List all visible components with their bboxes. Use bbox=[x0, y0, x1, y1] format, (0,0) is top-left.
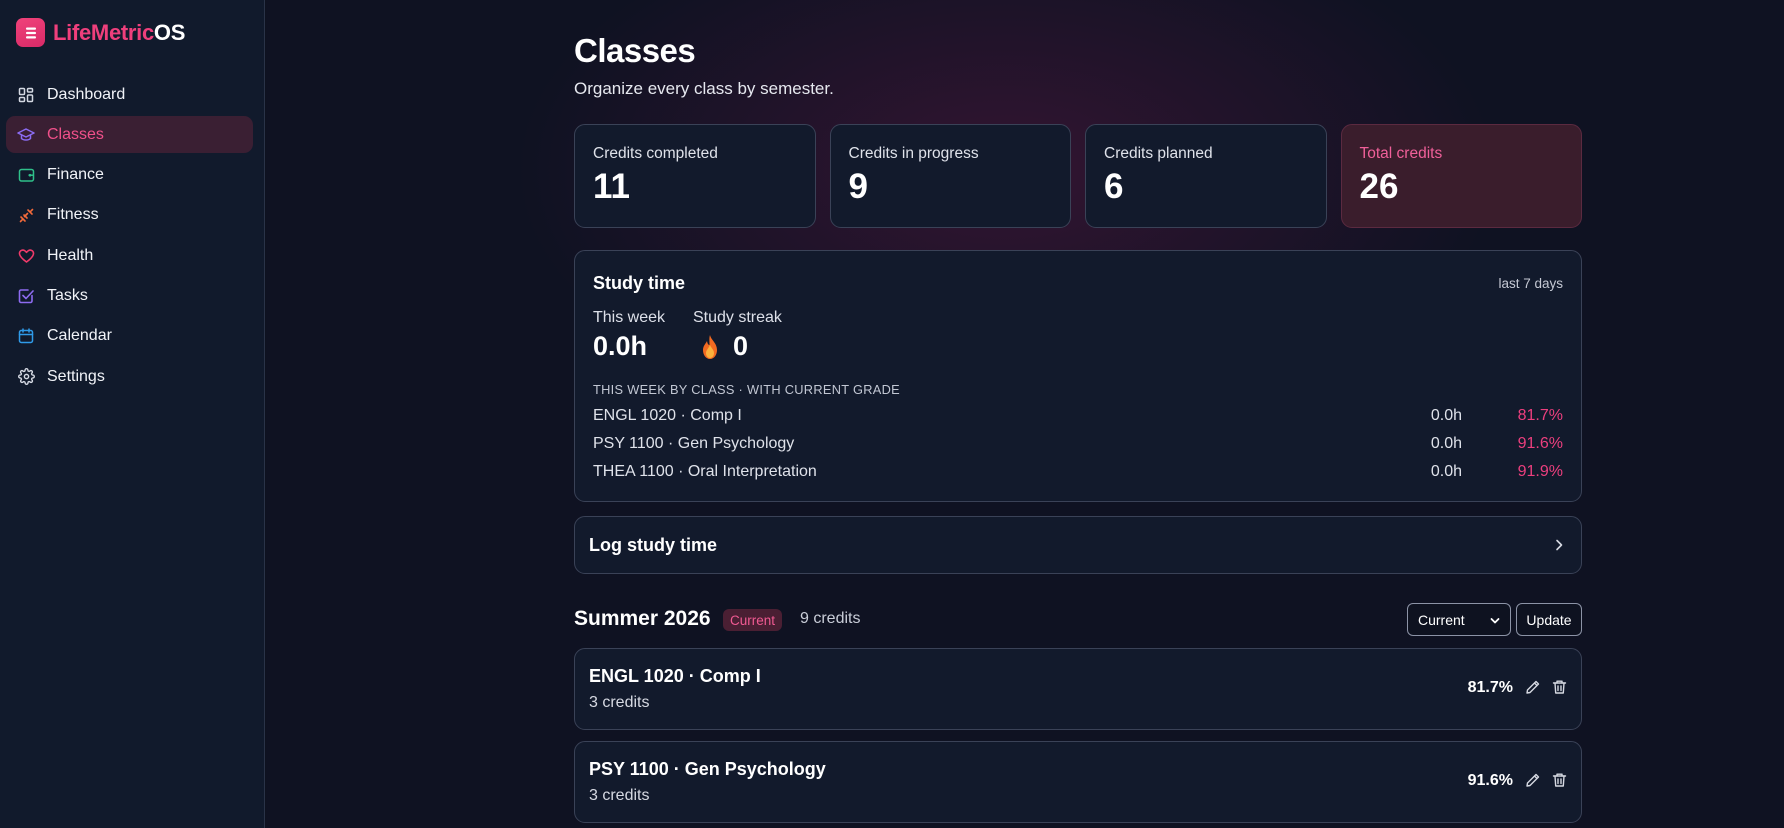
course-grade: 81.7% bbox=[1467, 679, 1513, 696]
by-class-caption: THIS WEEK BY CLASS · WITH CURRENT GRADE bbox=[593, 382, 901, 397]
sidebar-item-tasks[interactable]: Tasks bbox=[6, 277, 253, 314]
chevron-down-icon bbox=[1490, 612, 1500, 628]
stat-label: Credits in progress bbox=[848, 145, 979, 162]
flame-icon bbox=[699, 334, 721, 360]
semester-title: Summer 2026 bbox=[574, 607, 711, 630]
this-week-label: This week bbox=[593, 309, 666, 326]
brand-name-part1: LifeMetric bbox=[53, 19, 154, 45]
stat-card-in-progress: Credits in progress 9 bbox=[829, 124, 1071, 228]
stat-card-completed: Credits completed 11 bbox=[574, 124, 816, 228]
semester-status-select[interactable]: Current bbox=[1407, 603, 1511, 636]
semester-status-badge: Current bbox=[723, 609, 783, 631]
calendar-icon bbox=[17, 327, 35, 345]
sidebar-item-label: Dashboard bbox=[47, 85, 126, 103]
sidebar-item-settings[interactable]: Settings bbox=[6, 358, 253, 395]
stat-card-total: Total credits 26 bbox=[1340, 124, 1582, 228]
stat-card-planned: Credits planned 6 bbox=[1085, 124, 1327, 228]
study-class-hours: 0.0h bbox=[1430, 463, 1462, 480]
study-time-card: Study time last 7 days This week 0.0h St… bbox=[574, 250, 1582, 502]
sidebar-item-finance[interactable]: Finance bbox=[6, 157, 253, 194]
course-credits: 3 credits bbox=[589, 787, 650, 804]
study-time-range: last 7 days bbox=[1498, 276, 1563, 291]
update-button[interactable]: Update bbox=[1516, 603, 1582, 636]
main-content: Classes Organize every class by semester… bbox=[266, 0, 1784, 828]
study-class-grade: 81.7% bbox=[1517, 407, 1563, 424]
wallet-icon bbox=[17, 166, 35, 184]
grid-icon bbox=[17, 86, 35, 104]
sidebar-nav: Dashboard Classes Finance Fitness Health… bbox=[6, 76, 253, 398]
sidebar-item-label: Tasks bbox=[47, 286, 88, 304]
course-card[interactable]: ENGL 1020 · Comp I 3 credits 81.7% bbox=[574, 648, 1582, 730]
study-class-grade: 91.6% bbox=[1517, 435, 1563, 452]
stat-label: Total credits bbox=[1359, 145, 1443, 162]
brand[interactable]: LifeMetricOS bbox=[16, 18, 185, 47]
course-grade: 91.6% bbox=[1467, 772, 1513, 789]
dumbbell-icon bbox=[17, 206, 35, 224]
chevron-right-icon bbox=[1553, 536, 1565, 559]
stat-label: Credits completed bbox=[593, 145, 718, 162]
streak-value: 0 bbox=[733, 331, 749, 361]
brand-name-part2: OS bbox=[153, 19, 186, 45]
gear-icon bbox=[17, 368, 35, 386]
study-class-name: ENGL 1020 · Comp I bbox=[593, 407, 742, 424]
log-study-time-label: Log study time bbox=[589, 534, 718, 555]
logo-icon bbox=[16, 18, 45, 47]
study-class-row: THEA 1100 · Oral Interpretation 0.0h 91.… bbox=[593, 463, 1563, 485]
study-class-name: PSY 1100 · Gen Psychology bbox=[593, 435, 795, 452]
heart-icon bbox=[17, 247, 35, 265]
course-name: ENGL 1020 · Comp I bbox=[589, 666, 761, 686]
streak-value-row: 0 bbox=[693, 331, 782, 362]
stat-label: Credits planned bbox=[1104, 145, 1213, 162]
sidebar-item-health[interactable]: Health bbox=[6, 237, 253, 274]
stat-value: 26 bbox=[1359, 167, 1399, 206]
sidebar-item-fitness[interactable]: Fitness bbox=[6, 197, 253, 234]
sidebar-item-classes[interactable]: Classes bbox=[6, 116, 253, 154]
sidebar-item-dashboard[interactable]: Dashboard bbox=[6, 76, 253, 113]
log-study-time-button[interactable]: Log study time bbox=[574, 516, 1582, 574]
check-square-icon bbox=[17, 287, 35, 305]
study-class-grade: 91.9% bbox=[1517, 463, 1563, 480]
this-week-metric: This week 0.0h bbox=[593, 309, 665, 362]
study-time-title: Study time bbox=[593, 273, 686, 293]
sidebar-item-label: Classes bbox=[47, 125, 104, 143]
sidebar-item-label: Calendar bbox=[47, 327, 112, 345]
sidebar-item-label: Fitness bbox=[47, 206, 99, 224]
credit-stats: Credits completed 11 Credits in progress… bbox=[574, 124, 1582, 228]
sidebar: LifeMetricOS Dashboard Classes Finance F… bbox=[0, 0, 265, 828]
course-credits: 3 credits bbox=[589, 694, 650, 711]
pencil-icon[interactable] bbox=[1525, 679, 1541, 700]
stat-value: 6 bbox=[1104, 167, 1124, 206]
study-class-hours: 0.0h bbox=[1430, 435, 1462, 452]
select-value: Current bbox=[1418, 611, 1465, 628]
stat-value: 9 bbox=[848, 167, 868, 206]
study-class-row: ENGL 1020 · Comp I 0.0h 81.7% bbox=[593, 407, 1563, 429]
brand-name: LifeMetricOS bbox=[53, 20, 185, 46]
graduation-cap-icon bbox=[17, 126, 35, 144]
study-class-hours: 0.0h bbox=[1430, 407, 1462, 424]
sidebar-item-calendar[interactable]: Calendar bbox=[6, 318, 253, 355]
trash-icon[interactable] bbox=[1552, 772, 1567, 793]
sidebar-item-label: Health bbox=[47, 246, 94, 264]
page-subtitle: Organize every class by semester. bbox=[574, 79, 834, 98]
sidebar-item-label: Finance bbox=[47, 166, 104, 184]
stat-value: 11 bbox=[593, 167, 630, 206]
study-class-row: PSY 1100 · Gen Psychology 0.0h 91.6% bbox=[593, 435, 1563, 457]
study-class-name: THEA 1100 · Oral Interpretation bbox=[593, 463, 817, 480]
streak-metric: Study streak 0 bbox=[693, 309, 782, 362]
trash-icon[interactable] bbox=[1552, 679, 1567, 700]
page-title: Classes bbox=[574, 32, 696, 69]
course-name: PSY 1100 · Gen Psychology bbox=[589, 759, 826, 779]
course-card[interactable]: PSY 1100 · Gen Psychology 3 credits 91.6… bbox=[574, 741, 1582, 823]
this-week-value: 0.0h bbox=[593, 331, 648, 361]
sidebar-item-label: Settings bbox=[47, 367, 105, 385]
semester-credits: 9 credits bbox=[800, 610, 861, 627]
pencil-icon[interactable] bbox=[1525, 772, 1541, 793]
streak-label: Study streak bbox=[693, 309, 782, 326]
